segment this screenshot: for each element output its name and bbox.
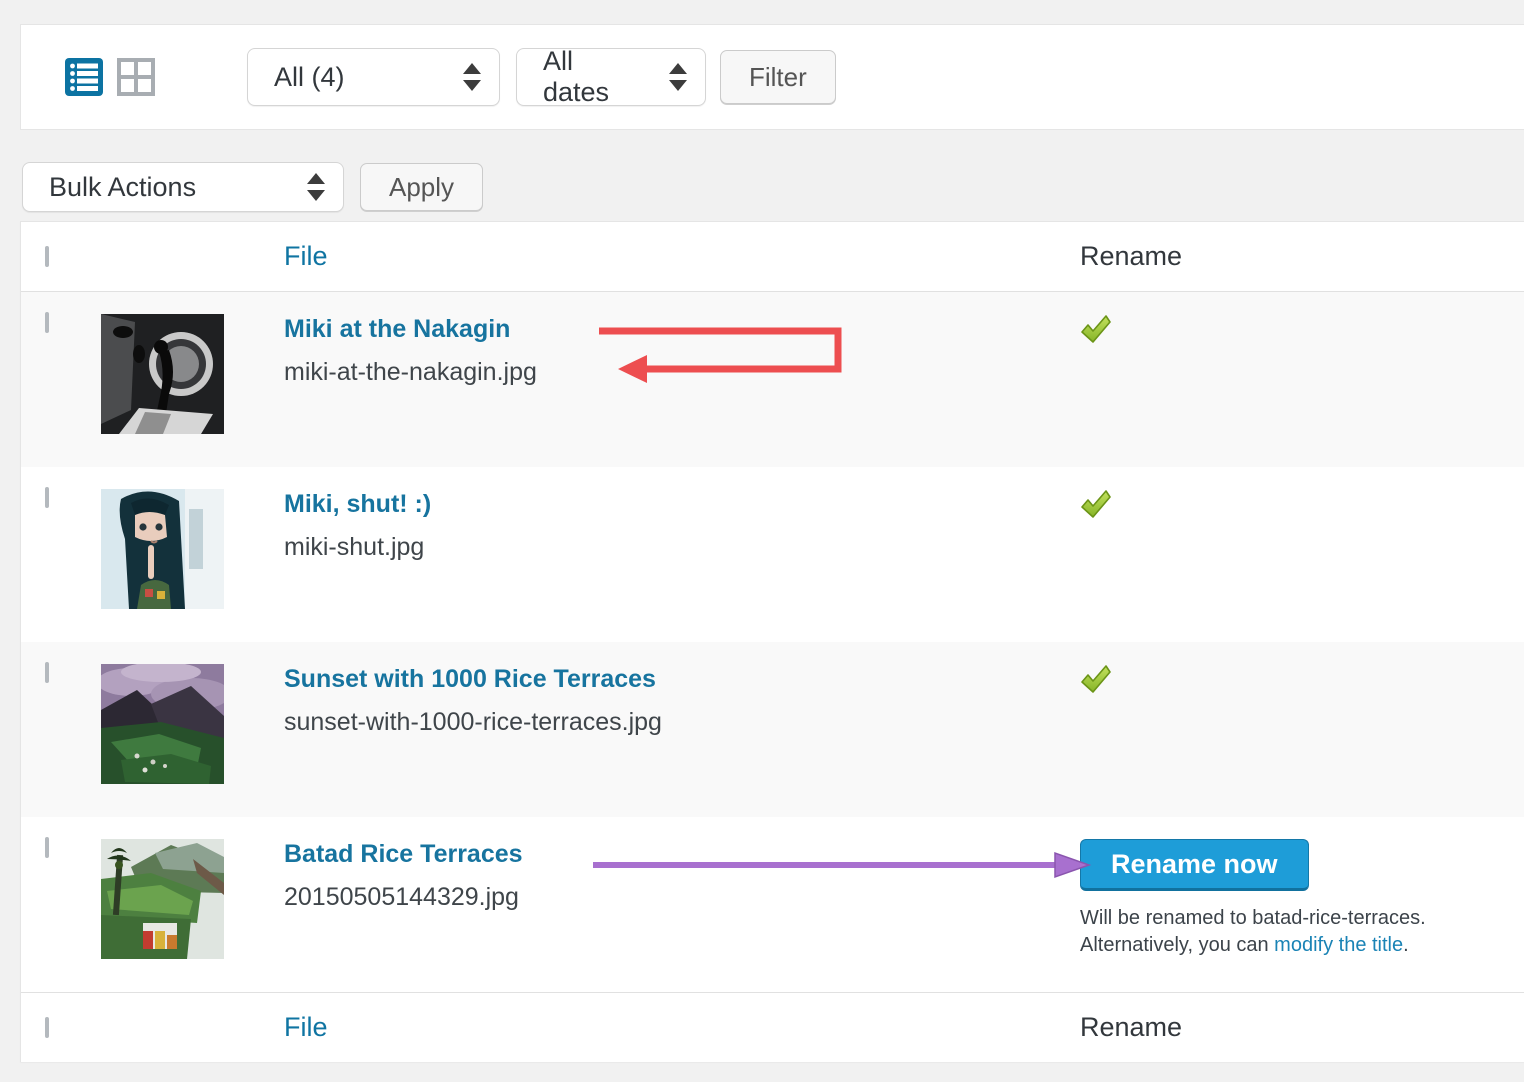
media-title-link[interactable]: Miki at the Nakagin — [284, 314, 510, 344]
bulk-actions-select[interactable]: Bulk Actions — [22, 162, 344, 212]
thumbnail-miki-shut[interactable] — [101, 489, 224, 609]
row-checkbox[interactable] — [45, 662, 49, 683]
select-all-checkbox[interactable] — [45, 1016, 49, 1038]
media-list-table: File Rename Miki at the Nakagin miki-at-… — [20, 221, 1524, 1062]
row-checkbox[interactable] — [45, 837, 49, 858]
thumbnail-sunset-rice-terraces[interactable] — [101, 664, 224, 784]
attachment-filter-value: All (4) — [274, 61, 345, 92]
up-down-arrows-icon — [669, 62, 687, 92]
up-down-arrows-icon — [307, 172, 325, 202]
row-checkbox[interactable] — [45, 487, 49, 508]
rename-now-button[interactable]: Rename now — [1080, 839, 1309, 891]
up-down-arrows-icon — [463, 62, 481, 92]
table-row: Miki, shut! :) miki-shut.jpg — [21, 467, 1524, 642]
modify-title-link[interactable]: modify the title — [1274, 934, 1403, 956]
list-view-icon[interactable] — [65, 58, 103, 96]
column-header-rename: Rename — [1080, 241, 1183, 271]
table-header-row: File Rename — [21, 222, 1524, 292]
media-filename: 20150505144329.jpg — [284, 883, 519, 911]
apply-button[interactable]: Apply — [360, 163, 484, 211]
column-header-file[interactable]: File — [284, 241, 328, 271]
media-title-link[interactable]: Sunset with 1000 Rice Terraces — [284, 664, 656, 694]
media-filename: miki-shut.jpg — [284, 533, 425, 561]
attachment-filter-select[interactable]: All (4) — [247, 48, 500, 106]
thumbnail-miki-at-the-nakagin[interactable] — [101, 314, 224, 434]
media-title-link[interactable]: Miki, shut! :) — [284, 489, 431, 519]
row-checkbox[interactable] — [45, 312, 49, 333]
column-footer-file[interactable]: File — [284, 1012, 328, 1042]
bulk-actions-bar: Bulk Actions Apply — [22, 162, 484, 212]
select-all-checkbox[interactable] — [45, 245, 49, 267]
media-filename: miki-at-the-nakagin.jpg — [284, 358, 537, 386]
table-row: Miki at the Nakagin miki-at-the-nakagin.… — [21, 292, 1524, 467]
date-filter-value: All dates — [543, 46, 610, 107]
bulk-actions-value: Bulk Actions — [49, 171, 197, 202]
date-filter-select[interactable]: All dates — [516, 46, 706, 107]
column-footer-rename: Rename — [1080, 1012, 1183, 1042]
media-toolbar: All (4) All dates Filter — [20, 24, 1524, 130]
filter-button[interactable]: Filter — [720, 50, 836, 104]
view-switcher — [65, 58, 155, 96]
thumbnail-batad-rice-terraces[interactable] — [101, 839, 224, 959]
renamed-check-icon — [1081, 490, 1111, 518]
grid-view-icon[interactable] — [117, 58, 155, 96]
media-filename: sunset-with-1000-rice-terraces.jpg — [284, 708, 662, 736]
media-title-link[interactable]: Batad Rice Terraces — [284, 839, 523, 869]
renamed-check-icon — [1081, 665, 1111, 693]
renamed-check-icon — [1081, 315, 1111, 343]
table-row: Batad Rice Terraces 20150505144329.jpg R… — [21, 817, 1524, 992]
table-row: Sunset with 1000 Rice Terraces sunset-wi… — [21, 642, 1524, 817]
table-footer-row: File Rename — [21, 992, 1524, 1062]
rename-note: Will be renamed to batad-rice-terraces. … — [1080, 907, 1426, 956]
